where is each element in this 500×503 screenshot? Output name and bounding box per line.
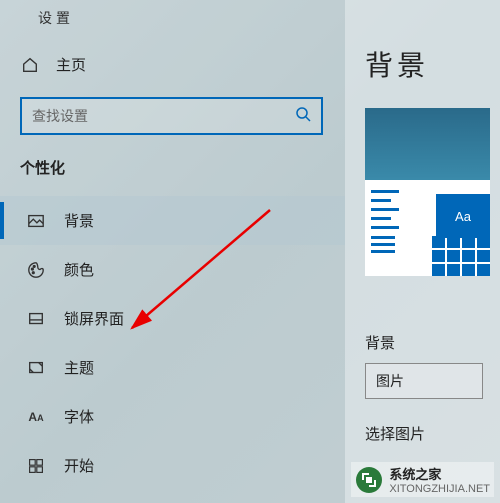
section-header: 个性化	[20, 157, 345, 178]
watermark: 系统之家 XITONGZHIJIA.NET	[351, 462, 494, 497]
app-title: 设置	[38, 8, 345, 28]
desktop-preview: Aa	[365, 108, 490, 276]
watermark-logo-icon	[355, 466, 383, 494]
search-box[interactable]	[20, 97, 323, 135]
home-nav[interactable]: 主页	[20, 46, 345, 83]
home-label: 主页	[56, 54, 86, 75]
search-input[interactable]	[32, 108, 295, 124]
sidebar-item-label: 主题	[64, 357, 94, 378]
sidebar-item-label: 开始	[64, 455, 94, 476]
sidebar-item-label: 锁屏界面	[64, 308, 124, 329]
sidebar-item-start[interactable]: 开始	[0, 441, 345, 490]
sidebar-item-label: 背景	[64, 210, 94, 231]
watermark-url: XITONGZHIJIA.NET	[389, 483, 490, 495]
picture-icon	[26, 211, 46, 231]
preview-tiles	[432, 236, 490, 276]
sidebar-item-themes[interactable]: 主题	[0, 343, 345, 392]
preview-sample-text: Aa	[436, 194, 490, 238]
sidebar-item-lockscreen[interactable]: 锁屏界面	[0, 294, 345, 343]
page-title: 背景	[365, 44, 500, 84]
lockscreen-icon	[26, 309, 46, 329]
home-icon	[20, 55, 40, 75]
background-label: 背景	[365, 332, 500, 353]
sidebar-item-fonts[interactable]: AA 字体	[0, 392, 345, 441]
sidebar-item-label: 字体	[64, 406, 94, 427]
sidebar-item-colors[interactable]: 颜色	[0, 245, 345, 294]
dropdown-value: 图片	[376, 371, 404, 391]
main-panel: 背景 Aa 背景 图片 选择图片	[345, 0, 500, 503]
select-image-label: 选择图片	[365, 423, 500, 444]
palette-icon	[26, 260, 46, 280]
watermark-title: 系统之家	[389, 464, 490, 483]
themes-icon	[26, 358, 46, 378]
start-icon	[26, 456, 46, 476]
sidebar-item-label: 颜色	[64, 259, 94, 280]
sidebar-item-background[interactable]: 背景	[0, 196, 345, 245]
background-type-dropdown[interactable]: 图片	[365, 363, 483, 399]
search-icon	[295, 106, 311, 127]
fonts-icon: AA	[26, 407, 46, 427]
settings-sidebar: 设置 主页 个性化 背景	[0, 0, 345, 503]
